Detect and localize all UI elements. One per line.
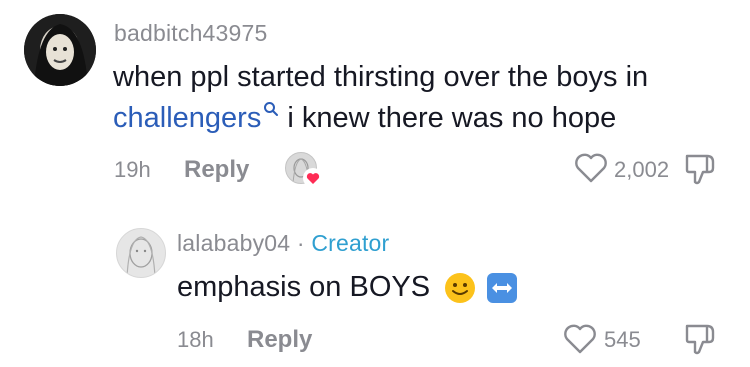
comment-timestamp: 19h [114,157,151,182]
reply-like-count: 545 [604,327,641,352]
replier-username-line: lalababy04 · Creator [177,230,389,257]
dislike-icon[interactable] [683,152,719,186]
username-separator: · [290,230,312,256]
commenter-avatar[interactable] [24,14,96,86]
slightly-smiling-emoji-icon [444,272,476,304]
heart-outline-icon[interactable] [563,324,597,354]
replier-username[interactable]: lalababy04 [177,230,290,256]
creator-liked-indicator [285,152,325,188]
heart-outline-icon[interactable] [574,153,608,183]
comment-text-line-2-rest: i knew there was no hope [279,102,617,134]
heart-badge-icon [303,168,323,188]
reply-reply-button[interactable]: Reply [247,326,312,354]
comment-text-line-2: challengers i knew there was no hope [113,97,616,139]
reply-text-line: emphasis on BOYS [177,266,518,308]
search-icon[interactable] [263,101,279,117]
commenter-username[interactable]: badbitch43975 [114,20,268,47]
comment-text-line-1: when ppl started thirsting over the boys… [113,61,649,93]
creator-badge: Creator [311,230,390,256]
dislike-icon[interactable] [683,322,719,356]
replier-avatar[interactable] [116,228,166,278]
reply-text: emphasis on BOYS [177,271,431,303]
left-right-arrow-emoji-icon [486,272,518,304]
comment-like-count: 2,002 [614,157,670,182]
comment-reply-button[interactable]: Reply [184,156,249,184]
reply-timestamp: 18h [177,327,214,352]
search-tag-link[interactable]: challengers [113,102,261,134]
